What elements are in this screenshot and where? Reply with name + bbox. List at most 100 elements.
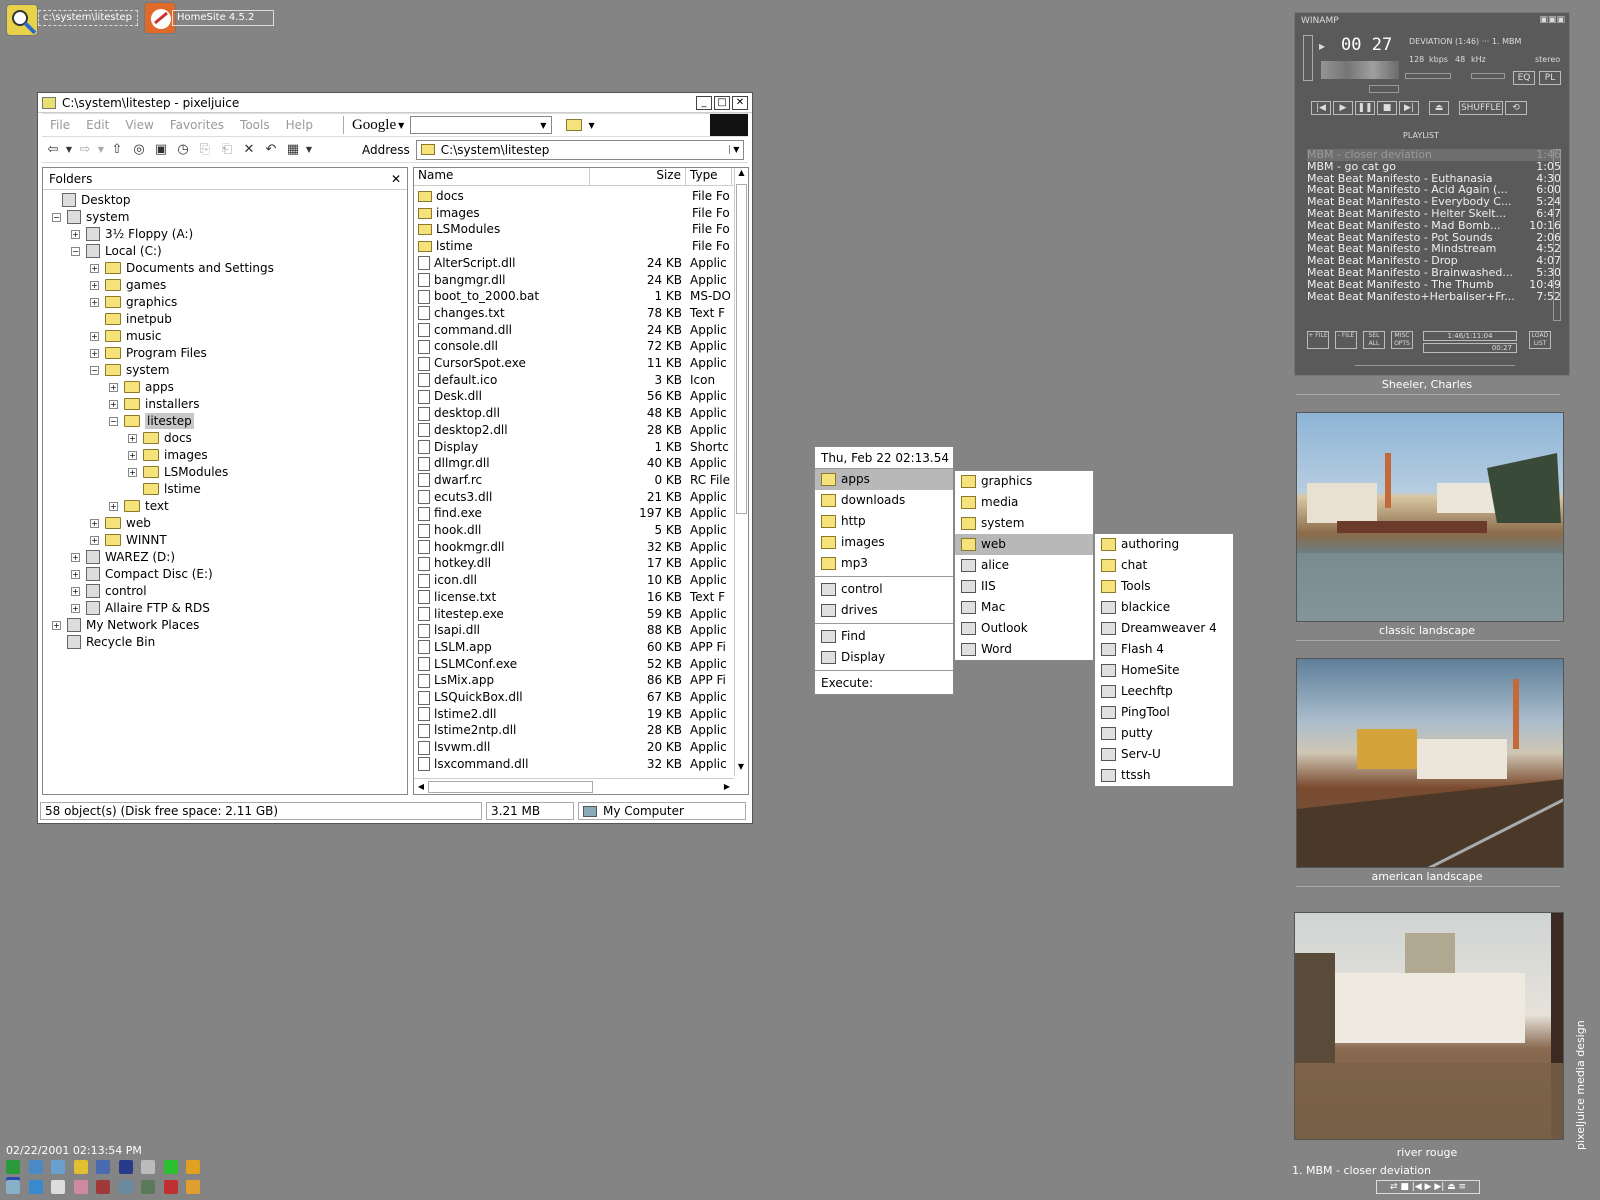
- playlist-item[interactable]: Meat Beat Manifesto - Pot Sounds 2:06: [1307, 231, 1561, 244]
- column-name[interactable]: Name: [414, 168, 590, 185]
- tree-node[interactable]: lstime: [128, 481, 201, 497]
- file-row[interactable]: lsxcommand.dll 32 KB Applic: [418, 756, 730, 773]
- menu-item[interactable]: apps: [815, 469, 953, 490]
- playlist-item[interactable]: Meat Beat Manifesto+Herbaliser+Fr... 7:52: [1307, 290, 1561, 303]
- users-icon[interactable]: [96, 1160, 110, 1174]
- file-row[interactable]: bangmgr.dll 24 KB Applic: [418, 272, 730, 289]
- file-row[interactable]: changes.txt 78 KB Text F: [418, 305, 730, 322]
- file-row[interactable]: Desk.dll 56 KB Applic: [418, 388, 730, 405]
- menu-favorites[interactable]: Favorites: [162, 118, 232, 132]
- folders-icon[interactable]: ▣: [150, 140, 172, 160]
- winamp-window-buttons[interactable]: ▣▣▣: [1539, 15, 1565, 25]
- collapse-icon[interactable]: −: [109, 416, 118, 426]
- playlist-item[interactable]: Meat Beat Manifesto - Mad Bomb... 10:16: [1307, 219, 1561, 232]
- pl-toggle[interactable]: PL: [1539, 71, 1561, 85]
- tree-node[interactable]: + WAREZ (D:): [71, 549, 175, 565]
- tree-node[interactable]: + apps: [109, 379, 174, 395]
- tree-node[interactable]: +3½ Floppy (A:): [71, 226, 193, 242]
- playlist-scrollbar[interactable]: [1553, 149, 1561, 321]
- expand-icon[interactable]: +: [109, 399, 118, 409]
- task-item-homesite[interactable]: HomeSite 4.5.2: [172, 10, 274, 26]
- menu-edit[interactable]: Edit: [78, 118, 117, 132]
- pencil-icon[interactable]: [186, 1160, 200, 1174]
- remove-file-button[interactable]: - FILE: [1335, 331, 1357, 349]
- tree-node[interactable]: + graphics: [90, 294, 177, 310]
- servu-icon[interactable]: [163, 1160, 178, 1174]
- menu-item[interactable]: Display: [815, 647, 953, 668]
- file-row[interactable]: console.dll 72 KB Applic: [418, 338, 730, 355]
- tree-node[interactable]: − system: [52, 209, 129, 225]
- lock-icon[interactable]: [141, 1160, 155, 1174]
- h-scroll-thumb[interactable]: [428, 780, 593, 793]
- close-folders-button[interactable]: ✕: [391, 172, 401, 186]
- expand-icon[interactable]: +: [71, 586, 80, 596]
- collapse-icon[interactable]: −: [52, 212, 61, 222]
- file-row[interactable]: ecuts3.dll 21 KB Applic: [418, 489, 730, 506]
- mail-icon[interactable]: [51, 1180, 65, 1194]
- file-row[interactable]: icon.dll 10 KB Applic: [418, 572, 730, 589]
- seek-bar[interactable]: [1369, 85, 1399, 93]
- globe-icon[interactable]: [28, 1180, 43, 1194]
- forward-dropdown-icon[interactable]: ▼: [96, 140, 106, 160]
- history-icon[interactable]: ◷: [172, 140, 194, 160]
- play-button[interactable]: ▶: [1333, 101, 1353, 115]
- file-row[interactable]: LSModules File Fo: [418, 221, 732, 238]
- repeat-button[interactable]: ⟲: [1505, 101, 1527, 115]
- vertical-scrollbar[interactable]: ▲ ▼: [734, 168, 748, 776]
- file-row[interactable]: desktop.dll 48 KB Applic: [418, 405, 730, 422]
- menu-item[interactable]: downloads: [815, 490, 953, 511]
- scroll-up-arrow-icon[interactable]: ▲: [735, 168, 748, 182]
- expand-icon[interactable]: +: [128, 433, 137, 443]
- back-dropdown-icon[interactable]: ▼: [64, 140, 74, 160]
- volume-icon[interactable]: [73, 1160, 88, 1174]
- menu-item[interactable]: media: [955, 492, 1093, 513]
- scroll-left-arrow-icon[interactable]: ◀: [414, 782, 428, 791]
- expand-icon[interactable]: +: [109, 501, 118, 511]
- menu-item[interactable]: control: [815, 579, 953, 600]
- playlist-item[interactable]: Meat Beat Manifesto - The Thumb 10:49: [1307, 278, 1561, 291]
- monitor-icon[interactable]: [51, 1160, 65, 1174]
- menu-item[interactable]: graphics: [955, 471, 1093, 492]
- expand-icon[interactable]: +: [90, 331, 99, 341]
- menu-help[interactable]: Help: [278, 118, 321, 132]
- expand-icon[interactable]: +: [52, 620, 61, 630]
- file-row[interactable]: license.txt 16 KB Text F: [418, 589, 730, 606]
- expand-icon[interactable]: +: [90, 297, 99, 307]
- menu-item[interactable]: PingTool: [1095, 702, 1233, 723]
- menu-item[interactable]: Outlook: [955, 618, 1093, 639]
- tree-node[interactable]: − Local (C:): [71, 243, 162, 259]
- clutterbar[interactable]: [1303, 35, 1313, 81]
- pause-button[interactable]: ❚❚: [1355, 101, 1375, 115]
- expand-icon[interactable]: +: [90, 518, 99, 528]
- expand-icon[interactable]: +: [71, 569, 80, 579]
- eject-button[interactable]: ⏏: [1429, 101, 1449, 115]
- tree-node[interactable]: inetpub: [90, 311, 172, 327]
- playlist-item[interactable]: Meat Beat Manifesto - Euthanasia 4:30: [1307, 172, 1561, 185]
- file-row[interactable]: command.dll 24 KB Applic: [418, 322, 730, 339]
- volume-slider[interactable]: [1405, 73, 1451, 79]
- prev-button[interactable]: |◀: [1311, 101, 1331, 115]
- menu-item[interactable]: Execute:: [815, 673, 953, 694]
- file-row[interactable]: lstime2.dll 19 KB Applic: [418, 706, 730, 723]
- mini-player-controls[interactable]: ⇄ ■ |◀ ▶ ▶| ⏏ ≡: [1376, 1180, 1480, 1194]
- file-row[interactable]: hook.dll 5 KB Applic: [418, 522, 730, 539]
- menu-view[interactable]: View: [117, 118, 161, 132]
- file-row[interactable]: LSQuickBox.dll 67 KB Applic: [418, 689, 730, 706]
- book-icon[interactable]: [163, 1180, 178, 1194]
- playlist-item[interactable]: Meat Beat Manifesto - Mindstream 4:52: [1307, 243, 1561, 255]
- menu-item[interactable]: Leechftp: [1095, 681, 1233, 702]
- people-icon[interactable]: [118, 1180, 133, 1194]
- file-row[interactable]: lstime File Fo: [418, 238, 732, 255]
- tree-node[interactable]: + installers: [109, 396, 200, 412]
- expand-icon[interactable]: +: [109, 382, 118, 392]
- file-row[interactable]: lsvwm.dll 20 KB Applic: [418, 739, 730, 756]
- close-button[interactable]: ✕: [732, 95, 748, 110]
- delete-icon[interactable]: ✕: [238, 140, 260, 160]
- file-row[interactable]: hotkey.dll 17 KB Applic: [418, 555, 730, 572]
- scroll-down-arrow-icon[interactable]: ▼: [735, 762, 747, 776]
- expand-icon[interactable]: +: [71, 229, 80, 239]
- menu-item[interactable]: IIS: [955, 576, 1093, 597]
- expand-icon[interactable]: +: [90, 263, 99, 273]
- menu-item[interactable]: Flash 4: [1095, 639, 1233, 660]
- copy-to-icon[interactable]: ⎗: [216, 140, 238, 160]
